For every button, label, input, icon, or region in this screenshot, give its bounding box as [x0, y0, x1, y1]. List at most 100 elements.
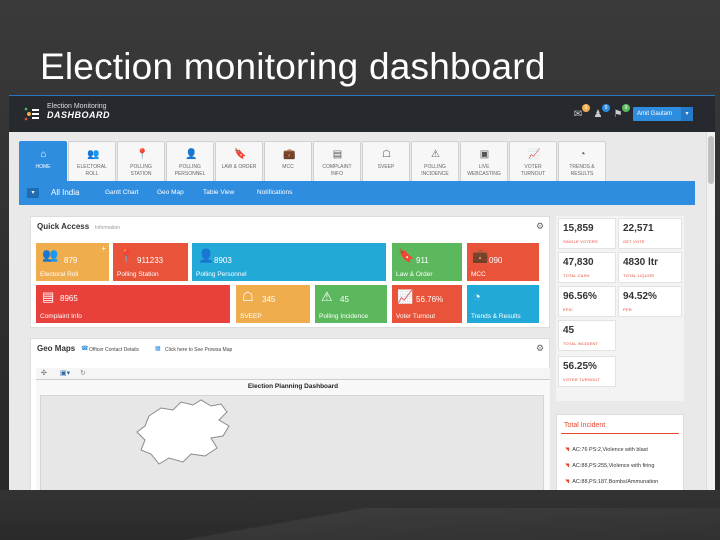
tab-label: VOTER	[524, 164, 542, 170]
gear-icon[interactable]: ⚙	[536, 343, 544, 354]
tab-label: ELECTORAL	[77, 164, 107, 170]
pie-icon: ◔	[579, 149, 586, 160]
chart-icon: 📈	[528, 149, 541, 160]
tab-sveep[interactable]: ☖ SVEEP	[362, 141, 410, 181]
tab-voter-turnout[interactable]: 📈 VOTER TURNOUT	[509, 141, 557, 181]
tile-mcc[interactable]: 💼 090 MCC	[467, 243, 539, 281]
move-icon[interactable]: ✣	[41, 369, 47, 377]
sub-navigation: ▾ All India Gantt Chart Geo Map Table Vi…	[19, 181, 695, 205]
tile-label: Electoral Roll	[40, 271, 79, 278]
stat-label: SINGLE VOTERS	[563, 239, 598, 244]
warning-icon: ⚠	[431, 149, 440, 160]
tile-voter-turnout[interactable]: 📈 56.76% Voter Turnout	[392, 285, 462, 323]
refresh-icon[interactable]: ↻	[80, 369, 86, 377]
tile-value: 879	[64, 256, 78, 265]
stat-value: 94.52%	[623, 291, 657, 302]
total-incident-title: Total Incident	[564, 422, 606, 429]
stat-card: 15,859 SINGLE VOTERS	[558, 218, 616, 249]
stat-value: 22,571	[623, 223, 654, 234]
tab-label: POLLING	[130, 164, 152, 170]
incident-item[interactable]: ◥ AC:88,PS:187,Bombs/Ammunation	[565, 479, 658, 485]
tab-polling-personnel[interactable]: 👤 POLLING PERSONNEL	[166, 141, 214, 181]
incident-item[interactable]: ◥ AC:76 PS:2,Violence with blast	[565, 447, 648, 453]
stat-card: 47,830 TOTAL CASH	[558, 252, 616, 283]
map-pin-icon: 📍	[118, 248, 135, 263]
logo-line-1: Election Monitoring	[47, 103, 107, 110]
layers-icon[interactable]: ▣▾	[60, 369, 70, 377]
gear-icon[interactable]: ⚙	[536, 221, 544, 232]
briefcase-icon: 💼	[283, 149, 296, 160]
notification-badge: 9	[622, 104, 630, 112]
quick-access-panel: Quick Access Information ⚙ 👥 879 Elector…	[30, 216, 550, 328]
flag-icon: ◥	[565, 447, 570, 453]
stat-card: 56.25% VOTER TURNOUT	[558, 356, 616, 387]
tab-polling-station[interactable]: 📍 POLLING STATION	[117, 141, 165, 181]
tab-label: STATION	[130, 171, 152, 177]
subnav-table-view[interactable]: Table View	[203, 181, 234, 205]
tile-value: 090	[489, 256, 503, 265]
tab-law-order[interactable]: 🔖 LAW & ORDER	[215, 141, 263, 181]
tab-label: POLLING	[179, 164, 201, 170]
tile-label: MCC	[471, 271, 486, 278]
subnav-notifications[interactable]: Notifications	[257, 181, 292, 205]
incident-item[interactable]: ◥ AC:88,PS:255,Violence with firing	[565, 463, 654, 469]
subnav-gantt-chart[interactable]: Gantt Chart	[105, 181, 139, 205]
tile-value: 8965	[60, 294, 78, 303]
subnav-geo-map[interactable]: Geo Map	[157, 181, 184, 205]
stat-card: 45 TOTAL INCIDENT	[558, 320, 616, 351]
document-icon: ▤	[42, 289, 55, 304]
map-canvas[interactable]	[40, 395, 544, 490]
tab-home[interactable]: ⌂ HOME	[19, 141, 67, 181]
map-area: Election Planning Dashboard	[36, 380, 550, 490]
prowsa-map-link[interactable]: Click here to See Prowsa Map	[165, 347, 232, 353]
scrollbar-thumb[interactable]	[708, 136, 714, 184]
tab-polling-incidence[interactable]: ⚠ POLLING INCIDENCE	[411, 141, 459, 181]
tab-complaint-info[interactable]: ▤ COMPLAINT INFO	[313, 141, 361, 181]
tile-value: 45	[340, 295, 349, 304]
flag-icon[interactable]: ⚑ 9	[611, 104, 630, 121]
tab-live-webcasting[interactable]: ▣ LIVE WEBCASTING	[460, 141, 508, 181]
tile-electoral-roll[interactable]: 👥 879 Electoral Roll +	[36, 243, 109, 281]
tile-law-order[interactable]: 🔖 911 Law & Order	[392, 243, 462, 281]
stat-card: 94.52% PER	[618, 286, 682, 317]
user-group-icon[interactable]: ♟ 9	[591, 104, 610, 121]
tab-label: INCIDENCE	[421, 171, 449, 177]
stat-value: 15,859	[563, 223, 594, 234]
logo-text: Election Monitoring DASHBOARD	[47, 103, 110, 120]
map-pin-icon: 📍	[136, 149, 149, 160]
tile-trends-results[interactable]: ◔ Trends & Results	[467, 285, 539, 323]
document-icon: ▤	[332, 149, 343, 160]
bookmark-icon: 🔖	[398, 248, 415, 263]
tab-mcc[interactable]: 💼 MCC	[264, 141, 312, 181]
tile-complaint-info[interactable]: ▤ 8965 Complaint Info	[36, 285, 230, 323]
tile-label: Polling Personnel	[196, 271, 247, 278]
envelope-icon[interactable]: ✉ 5	[571, 104, 590, 121]
tile-value: 56.76%	[416, 295, 444, 304]
tile-sveep[interactable]: ☖ 345 SVEEP	[236, 285, 310, 323]
tab-label: ROLL	[85, 171, 99, 177]
chevron-down-icon[interactable]: ▾	[27, 188, 39, 198]
stat-label: PER	[623, 307, 632, 312]
tab-trends-results[interactable]: ◔ TRENDS & RESULTS	[558, 141, 606, 181]
home-icon: ⌂	[40, 149, 47, 160]
incident-text: AC:88,PS:255,Violence with firing	[572, 463, 655, 469]
tile-polling-incidence[interactable]: ⚠ 45 Polling Incidence	[315, 285, 387, 323]
chevron-down-icon[interactable]: ▾	[681, 107, 693, 121]
tab-electoral-roll[interactable]: 👥 ELECTORAL ROLL	[68, 141, 116, 181]
stat-value: 47,830	[563, 257, 594, 268]
stat-label: TOTAL LIQUOR	[623, 273, 655, 278]
people-icon: 👥	[87, 149, 100, 160]
people-icon: 👥	[42, 247, 59, 262]
plus-icon[interactable]: +	[101, 244, 106, 253]
scrollbar[interactable]	[706, 132, 715, 490]
flag-icon: ◥	[565, 479, 570, 485]
person-icon: 👤	[198, 248, 215, 263]
tile-label: SVEEP	[240, 313, 262, 320]
tab-label: PERSONNEL	[174, 171, 206, 177]
tile-value: 911	[416, 256, 429, 265]
subnav-all-india[interactable]: All India	[51, 181, 79, 205]
tile-polling-station[interactable]: 📍 911233 Polling Station	[113, 243, 188, 281]
top-bar: Election Monitoring DASHBOARD ✉ 5 ♟ 9 ⚑ 9 A…	[9, 96, 715, 132]
officer-contact-link[interactable]: Officer Contact Details	[89, 347, 139, 353]
tile-polling-personnel[interactable]: 👤 8903 Polling Personnel	[192, 243, 386, 281]
